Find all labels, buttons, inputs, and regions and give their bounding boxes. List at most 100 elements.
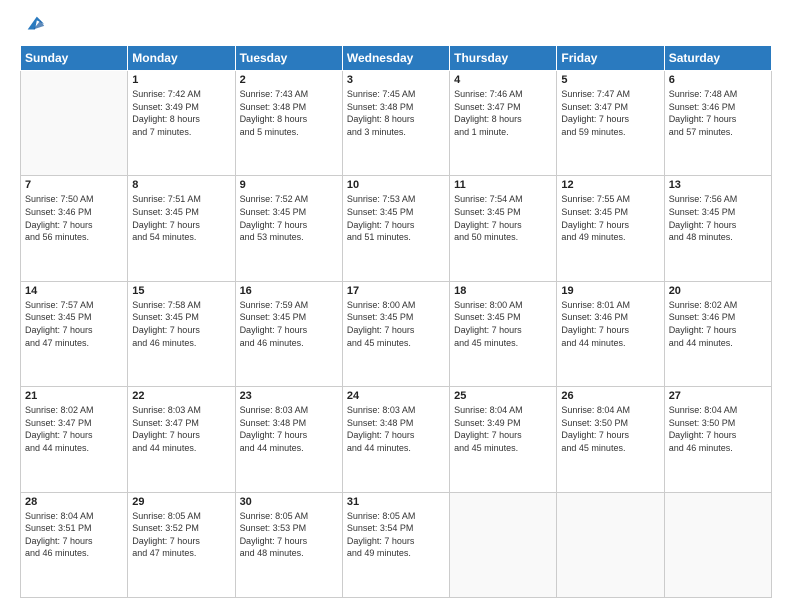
day-number: 2 — [240, 74, 338, 86]
day-number: 13 — [669, 179, 767, 191]
day-info: Sunrise: 8:05 AM Sunset: 3:52 PM Dayligh… — [132, 510, 230, 560]
calendar-cell: 8 Sunrise: 7:51 AM Sunset: 3:45 PM Daylig… — [128, 176, 235, 281]
calendar-cell — [21, 71, 128, 176]
weekday-header-thursday: Thursday — [450, 46, 557, 71]
day-info: Sunrise: 8:03 AM Sunset: 3:48 PM Dayligh… — [240, 404, 338, 454]
weekday-header-monday: Monday — [128, 46, 235, 71]
day-info: Sunrise: 8:02 AM Sunset: 3:47 PM Dayligh… — [25, 404, 123, 454]
day-number: 23 — [240, 390, 338, 402]
day-number: 6 — [669, 74, 767, 86]
logo-icon — [24, 13, 46, 35]
day-info: Sunrise: 8:04 AM Sunset: 3:50 PM Dayligh… — [561, 404, 659, 454]
calendar-cell: 29 Sunrise: 8:05 AM Sunset: 3:52 PM Dayli… — [128, 492, 235, 597]
day-number: 31 — [347, 496, 445, 508]
calendar-cell — [450, 492, 557, 597]
day-info: Sunrise: 8:04 AM Sunset: 3:49 PM Dayligh… — [454, 404, 552, 454]
calendar-cell: 16Sunrise: 7:59 AM Sunset: 3:45 PM Dayli… — [235, 281, 342, 386]
calendar-cell: 4 Sunrise: 7:46 AM Sunset: 3:47 PM Daylig… — [450, 71, 557, 176]
calendar-cell: 9 Sunrise: 7:52 AM Sunset: 3:45 PM Daylig… — [235, 176, 342, 281]
day-info: Sunrise: 8:05 AM Sunset: 3:53 PM Dayligh… — [240, 510, 338, 560]
day-number: 27 — [669, 390, 767, 402]
header — [20, 18, 772, 35]
day-number: 24 — [347, 390, 445, 402]
day-number: 12 — [561, 179, 659, 191]
day-info: Sunrise: 8:04 AM Sunset: 3:50 PM Dayligh… — [669, 404, 767, 454]
calendar-cell: 18 Sunrise: 8:00 AM Sunset: 3:45 PM Dayli… — [450, 281, 557, 386]
calendar-cell — [557, 492, 664, 597]
day-info: Sunrise: 7:48 AM Sunset: 3:46 PM Dayligh… — [669, 88, 767, 138]
week-row-1: 1 Sunrise: 7:42 AM Sunset: 3:49 PM Daylig… — [21, 71, 772, 176]
calendar-cell: 2Sunrise: 7:43 AM Sunset: 3:48 PM Daylig… — [235, 71, 342, 176]
day-number: 25 — [454, 390, 552, 402]
weekday-header-row: SundayMondayTuesdayWednesdayThursdayFrid… — [21, 46, 772, 71]
day-number: 29 — [132, 496, 230, 508]
calendar-cell: 7Sunrise: 7:50 AM Sunset: 3:46 PM Daylig… — [21, 176, 128, 281]
calendar-cell: 12 Sunrise: 7:55 AM Sunset: 3:45 PM Dayli… — [557, 176, 664, 281]
calendar-cell: 11 Sunrise: 7:54 AM Sunset: 3:45 PM Dayli… — [450, 176, 557, 281]
page: SundayMondayTuesdayWednesdayThursdayFrid… — [0, 0, 792, 612]
calendar-cell: 21Sunrise: 8:02 AM Sunset: 3:47 PM Dayli… — [21, 387, 128, 492]
weekday-header-wednesday: Wednesday — [342, 46, 449, 71]
day-info: Sunrise: 7:42 AM Sunset: 3:49 PM Dayligh… — [132, 88, 230, 138]
day-number: 8 — [132, 179, 230, 191]
day-number: 16 — [240, 285, 338, 297]
day-number: 22 — [132, 390, 230, 402]
day-number: 9 — [240, 179, 338, 191]
calendar-cell — [664, 492, 771, 597]
day-number: 14 — [25, 285, 123, 297]
calendar-cell: 24 Sunrise: 8:03 AM Sunset: 3:48 PM Dayli… — [342, 387, 449, 492]
day-number: 30 — [240, 496, 338, 508]
calendar-cell: 22 Sunrise: 8:03 AM Sunset: 3:47 PM Dayli… — [128, 387, 235, 492]
day-info: Sunrise: 7:52 AM Sunset: 3:45 PM Dayligh… — [240, 193, 338, 243]
day-info: Sunrise: 7:46 AM Sunset: 3:47 PM Dayligh… — [454, 88, 552, 138]
calendar-cell: 3Sunrise: 7:45 AM Sunset: 3:48 PM Daylig… — [342, 71, 449, 176]
calendar-cell: 28Sunrise: 8:04 AM Sunset: 3:51 PM Dayli… — [21, 492, 128, 597]
calendar-cell: 10 Sunrise: 7:53 AM Sunset: 3:45 PM Dayli… — [342, 176, 449, 281]
day-info: Sunrise: 7:54 AM Sunset: 3:45 PM Dayligh… — [454, 193, 552, 243]
weekday-header-tuesday: Tuesday — [235, 46, 342, 71]
week-row-4: 21Sunrise: 8:02 AM Sunset: 3:47 PM Dayli… — [21, 387, 772, 492]
day-number: 5 — [561, 74, 659, 86]
day-number: 10 — [347, 179, 445, 191]
day-info: Sunrise: 7:57 AM Sunset: 3:45 PM Dayligh… — [25, 299, 123, 349]
day-info: Sunrise: 7:51 AM Sunset: 3:45 PM Dayligh… — [132, 193, 230, 243]
calendar-cell: 19 Sunrise: 8:01 AM Sunset: 3:46 PM Dayli… — [557, 281, 664, 386]
day-number: 4 — [454, 74, 552, 86]
day-number: 15 — [132, 285, 230, 297]
weekday-header-saturday: Saturday — [664, 46, 771, 71]
calendar-cell: 25 Sunrise: 8:04 AM Sunset: 3:49 PM Dayli… — [450, 387, 557, 492]
calendar-cell: 6 Sunrise: 7:48 AM Sunset: 3:46 PM Daylig… — [664, 71, 771, 176]
weekday-header-friday: Friday — [557, 46, 664, 71]
day-info: Sunrise: 8:00 AM Sunset: 3:45 PM Dayligh… — [454, 299, 552, 349]
day-info: Sunrise: 7:50 AM Sunset: 3:46 PM Dayligh… — [25, 193, 123, 243]
day-number: 11 — [454, 179, 552, 191]
calendar-cell: 23 Sunrise: 8:03 AM Sunset: 3:48 PM Dayli… — [235, 387, 342, 492]
calendar-cell: 30 Sunrise: 8:05 AM Sunset: 3:53 PM Dayli… — [235, 492, 342, 597]
day-info: Sunrise: 7:58 AM Sunset: 3:45 PM Dayligh… — [132, 299, 230, 349]
day-number: 3 — [347, 74, 445, 86]
day-number: 28 — [25, 496, 123, 508]
weekday-header-sunday: Sunday — [21, 46, 128, 71]
day-info: Sunrise: 7:55 AM Sunset: 3:45 PM Dayligh… — [561, 193, 659, 243]
calendar-cell: 17Sunrise: 8:00 AM Sunset: 3:45 PM Dayli… — [342, 281, 449, 386]
day-number: 20 — [669, 285, 767, 297]
day-number: 19 — [561, 285, 659, 297]
day-number: 26 — [561, 390, 659, 402]
day-info: Sunrise: 8:05 AM Sunset: 3:54 PM Dayligh… — [347, 510, 445, 560]
day-number: 18 — [454, 285, 552, 297]
calendar-cell: 13 Sunrise: 7:56 AM Sunset: 3:45 PM Dayli… — [664, 176, 771, 281]
day-info: Sunrise: 8:03 AM Sunset: 3:48 PM Dayligh… — [347, 404, 445, 454]
day-info: Sunrise: 8:02 AM Sunset: 3:46 PM Dayligh… — [669, 299, 767, 349]
week-row-5: 28Sunrise: 8:04 AM Sunset: 3:51 PM Dayli… — [21, 492, 772, 597]
day-number: 1 — [132, 74, 230, 86]
week-row-3: 14 Sunrise: 7:57 AM Sunset: 3:45 PM Dayli… — [21, 281, 772, 386]
day-info: Sunrise: 8:01 AM Sunset: 3:46 PM Dayligh… — [561, 299, 659, 349]
day-info: Sunrise: 8:03 AM Sunset: 3:47 PM Dayligh… — [132, 404, 230, 454]
calendar-cell: 27 Sunrise: 8:04 AM Sunset: 3:50 PM Dayli… — [664, 387, 771, 492]
day-info: Sunrise: 7:47 AM Sunset: 3:47 PM Dayligh… — [561, 88, 659, 138]
day-info: Sunrise: 7:53 AM Sunset: 3:45 PM Dayligh… — [347, 193, 445, 243]
calendar-cell: 15 Sunrise: 7:58 AM Sunset: 3:45 PM Dayli… — [128, 281, 235, 386]
calendar-cell: 14 Sunrise: 7:57 AM Sunset: 3:45 PM Dayli… — [21, 281, 128, 386]
day-info: Sunrise: 7:56 AM Sunset: 3:45 PM Dayligh… — [669, 193, 767, 243]
week-row-2: 7Sunrise: 7:50 AM Sunset: 3:46 PM Daylig… — [21, 176, 772, 281]
